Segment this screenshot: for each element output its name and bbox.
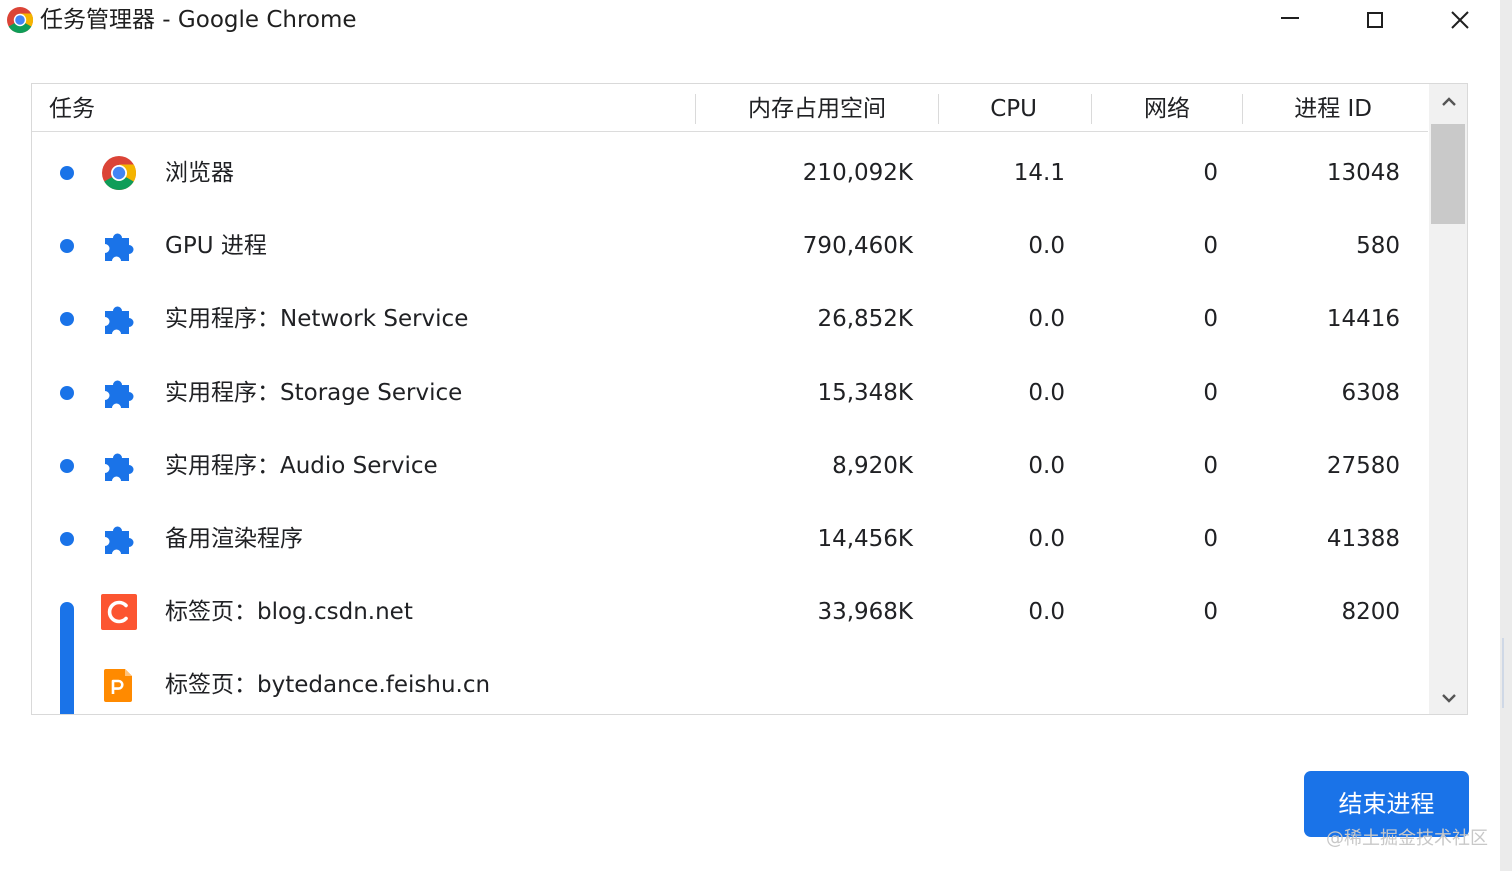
memory-value: 33,968K xyxy=(817,599,913,625)
header-memory[interactable]: 内存占用空间 xyxy=(748,84,886,131)
scroll-down-button[interactable] xyxy=(1429,680,1467,714)
pid-value: 41388 xyxy=(1326,526,1400,552)
process-dot xyxy=(60,459,74,473)
column-separator[interactable] xyxy=(938,94,939,124)
process-dot xyxy=(60,386,74,400)
memory-value: 15,348K xyxy=(817,380,913,406)
column-separator[interactable] xyxy=(1242,94,1243,124)
task-name: 备用渲染程序 xyxy=(165,526,303,552)
header-pid[interactable]: 进程 ID xyxy=(1294,84,1372,131)
window-edge-accent xyxy=(1502,638,1504,708)
network-value: 0 xyxy=(1203,453,1218,479)
scrollbar-thumb[interactable] xyxy=(1431,124,1465,224)
table-row[interactable]: 标签页：bytedance.feishu.cn xyxy=(32,648,1428,714)
network-value: 0 xyxy=(1203,306,1218,332)
chevron-down-icon xyxy=(1442,694,1456,703)
process-dot xyxy=(60,239,74,253)
pid-value: 580 xyxy=(1356,233,1400,259)
csdn-favicon xyxy=(101,594,137,630)
cpu-value: 14.1 xyxy=(1013,160,1065,186)
minimize-icon xyxy=(1281,17,1299,19)
pid-value: 13048 xyxy=(1326,160,1400,186)
header-task[interactable]: 任务 xyxy=(49,84,95,131)
table-row[interactable]: 实用程序：Storage Service 15,348K 0.0 0 6308 xyxy=(32,355,1428,428)
network-value: 0 xyxy=(1203,599,1218,625)
header-cpu[interactable]: CPU xyxy=(990,84,1037,131)
watermark: @稀土掘金技术社区 xyxy=(1326,828,1488,849)
close-icon xyxy=(1451,11,1469,29)
column-separator[interactable] xyxy=(1091,94,1092,124)
network-value: 0 xyxy=(1203,380,1218,406)
column-separator[interactable] xyxy=(695,94,696,124)
chevron-up-icon xyxy=(1442,97,1456,106)
network-value: 0 xyxy=(1203,160,1218,186)
puzzle-extension-icon xyxy=(105,453,134,481)
cpu-value: 0.0 xyxy=(1028,306,1065,332)
network-value: 0 xyxy=(1203,233,1218,259)
memory-value: 210,092K xyxy=(802,160,913,186)
process-dot xyxy=(60,166,74,180)
table-row[interactable]: GPU 进程 790,460K 0.0 0 580 xyxy=(32,209,1428,282)
task-name: 浏览器 xyxy=(165,160,234,186)
minimize-button[interactable] xyxy=(1250,0,1330,40)
process-dot xyxy=(60,532,74,546)
task-name: 实用程序：Storage Service xyxy=(165,380,463,406)
task-name: 实用程序：Network Service xyxy=(165,306,469,332)
maximize-button[interactable] xyxy=(1335,0,1415,40)
process-dot xyxy=(60,312,74,326)
title-bar: 任务管理器 - Google Chrome xyxy=(0,0,1512,42)
header-network[interactable]: 网络 xyxy=(1144,84,1190,131)
cpu-value: 0.0 xyxy=(1028,380,1065,406)
chrome-icon xyxy=(7,7,34,34)
puzzle-extension-icon xyxy=(105,526,134,554)
table-row[interactable]: 浏览器 210,092K 14.1 0 13048 xyxy=(32,136,1428,209)
task-name: 实用程序：Audio Service xyxy=(165,453,438,479)
table-header: 任务 内存占用空间 CPU 网络 进程 ID xyxy=(32,84,1428,132)
cpu-value: 0.0 xyxy=(1028,233,1065,259)
memory-value: 14,456K xyxy=(817,526,913,552)
memory-value: 790,460K xyxy=(802,233,913,259)
puzzle-extension-icon xyxy=(105,380,134,408)
chrome-icon xyxy=(102,156,136,190)
pid-value: 14416 xyxy=(1326,306,1400,332)
puzzle-extension-icon xyxy=(105,306,134,334)
maximize-icon xyxy=(1367,12,1383,28)
pid-value: 6308 xyxy=(1341,380,1400,406)
cpu-value: 0.0 xyxy=(1028,526,1065,552)
vertical-scrollbar[interactable] xyxy=(1429,84,1467,714)
table-row[interactable]: 实用程序：Network Service 26,852K 0.0 0 14416 xyxy=(32,282,1428,355)
cpu-value: 0.0 xyxy=(1028,453,1065,479)
network-value: 0 xyxy=(1203,526,1218,552)
close-button[interactable] xyxy=(1420,0,1500,40)
table-row[interactable]: 标签页：blog.csdn.net 33,968K 0.0 0 8200 xyxy=(32,575,1428,648)
task-name: 标签页：blog.csdn.net xyxy=(165,599,413,625)
pid-value: 27580 xyxy=(1326,453,1400,479)
task-name: GPU 进程 xyxy=(165,233,267,259)
feishu-favicon xyxy=(104,669,132,702)
table-row[interactable]: 备用渲染程序 14,456K 0.0 0 41388 xyxy=(32,502,1428,575)
cpu-value: 0.0 xyxy=(1028,599,1065,625)
pid-value: 8200 xyxy=(1341,599,1400,625)
task-name: 标签页：bytedance.feishu.cn xyxy=(165,672,491,698)
window-title: 任务管理器 - Google Chrome xyxy=(40,7,357,33)
scroll-up-button[interactable] xyxy=(1429,84,1467,120)
memory-value: 26,852K xyxy=(817,306,913,332)
memory-value: 8,920K xyxy=(832,453,913,479)
puzzle-extension-icon xyxy=(105,233,134,261)
table-row[interactable]: 实用程序：Audio Service 8,920K 0.0 0 27580 xyxy=(32,429,1428,502)
window-edge xyxy=(1500,0,1512,871)
task-table: 任务 内存占用空间 CPU 网络 进程 ID 浏览器 210,092K 14.1… xyxy=(31,83,1468,715)
